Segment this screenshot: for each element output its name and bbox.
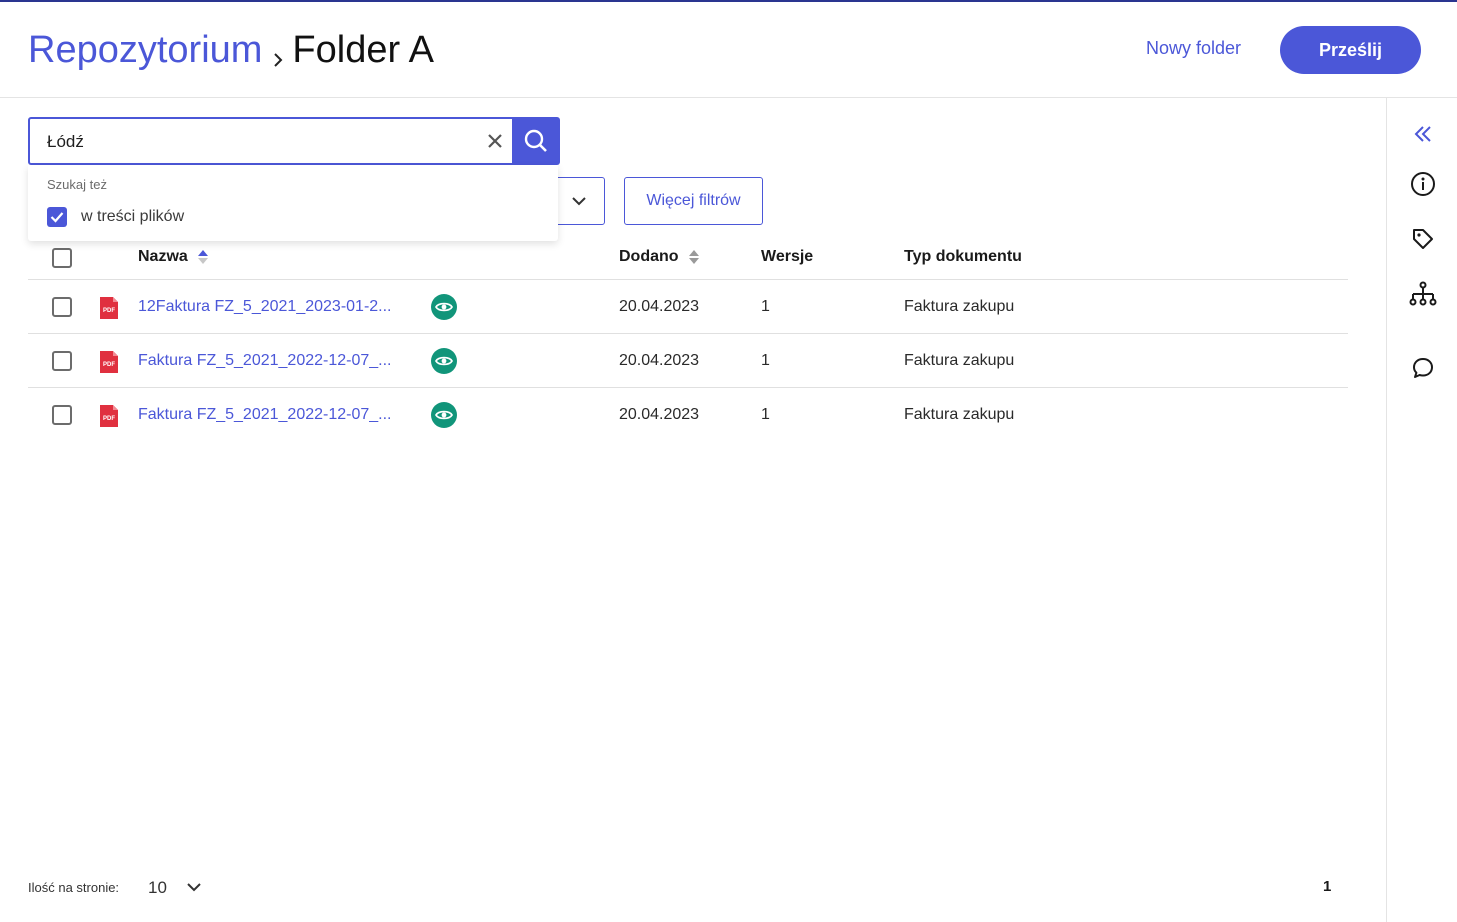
pdf-icon: PDF — [100, 351, 118, 373]
search-dropdown-hint: Szukaj też — [47, 177, 107, 192]
search-content-label[interactable]: w treści plików — [81, 208, 184, 226]
version-count: 1 — [761, 298, 770, 315]
version-count: 1 — [761, 352, 770, 369]
eye-icon[interactable] — [431, 294, 457, 320]
column-header-versions: Wersje — [761, 248, 814, 265]
pdf-icon: PDF — [100, 405, 118, 427]
row-checkbox[interactable] — [52, 351, 72, 371]
more-filters-button[interactable]: Więcej filtrów — [624, 177, 763, 225]
chevron-down-icon[interactable] — [186, 881, 202, 893]
added-date: 20.04.2023 — [619, 352, 700, 369]
sort-asc-icon[interactable] — [197, 249, 209, 265]
page-size-label: Ilość na stronie: — [28, 880, 120, 895]
version-count: 1 — [761, 406, 770, 423]
sort-icon[interactable] — [688, 249, 700, 265]
eye-icon[interactable] — [431, 348, 457, 374]
page-size-value[interactable]: 10 — [148, 878, 167, 898]
upload-button[interactable]: Prześlij — [1280, 26, 1421, 74]
search-icon — [524, 129, 547, 152]
added-date: 20.04.2023 — [619, 406, 700, 423]
info-icon[interactable] — [1409, 170, 1437, 198]
table-row[interactable]: PDF 12Faktura FZ_5_2021_2023-01-2... 20.… — [28, 280, 1348, 334]
select-all-checkbox[interactable] — [52, 248, 72, 268]
document-type: Faktura zakupu — [904, 352, 1015, 369]
file-name-link[interactable]: Faktura FZ_5_2021_2022-12-07_... — [138, 406, 392, 424]
svg-text:PDF: PDF — [103, 308, 115, 314]
added-date: 20.04.2023 — [619, 298, 700, 315]
collapse-icon[interactable] — [1409, 120, 1437, 148]
check-icon — [50, 212, 64, 223]
svg-text:PDF: PDF — [103, 362, 115, 368]
breadcrumb: Repozytorium Folder A — [28, 28, 434, 72]
table-row[interactable]: PDF Faktura FZ_5_2021_2022-12-07_... 20.… — [28, 388, 1348, 442]
column-header-added[interactable]: Dodano — [619, 248, 700, 266]
chevron-right-icon — [272, 36, 284, 67]
comment-icon[interactable] — [1409, 354, 1437, 382]
eye-icon[interactable] — [431, 402, 457, 428]
new-folder-button[interactable]: Nowy folder — [1146, 38, 1241, 59]
document-type: Faktura zakupu — [904, 298, 1015, 315]
file-name-link[interactable]: 12Faktura FZ_5_2021_2023-01-2... — [138, 298, 392, 316]
file-name-link[interactable]: Faktura FZ_5_2021_2022-12-07_... — [138, 352, 392, 370]
column-header-doc-type: Typ dokumentu — [904, 248, 1022, 265]
clear-icon[interactable] — [485, 131, 505, 151]
search-button[interactable] — [512, 117, 560, 165]
right-rail — [1386, 98, 1457, 922]
breadcrumb-current: Folder A — [292, 29, 434, 71]
search-value[interactable]: Łódź — [47, 132, 84, 152]
pdf-icon: PDF — [100, 297, 118, 319]
column-header-name[interactable]: Nazwa — [138, 248, 209, 266]
files-table: Nazwa Dodano Wersje Typ dokumentu PDF 12… — [28, 234, 1348, 442]
page-header: Repozytorium Folder A Nowy folder Prześl… — [0, 2, 1457, 98]
row-checkbox[interactable] — [52, 297, 72, 317]
search-content-checkbox[interactable] — [47, 207, 67, 227]
search-input[interactable]: Łódź — [28, 117, 560, 165]
hierarchy-icon[interactable] — [1409, 280, 1437, 308]
row-checkbox[interactable] — [52, 405, 72, 425]
table-row[interactable]: PDF Faktura FZ_5_2021_2022-12-07_... 20.… — [28, 334, 1348, 388]
tag-icon[interactable] — [1409, 225, 1437, 253]
page-number[interactable]: 1 — [1323, 878, 1331, 895]
breadcrumb-root[interactable]: Repozytorium — [28, 28, 262, 72]
search-dropdown: Szukaj też w treści plików — [28, 165, 558, 241]
svg-text:PDF: PDF — [103, 416, 115, 422]
document-type: Faktura zakupu — [904, 406, 1015, 423]
